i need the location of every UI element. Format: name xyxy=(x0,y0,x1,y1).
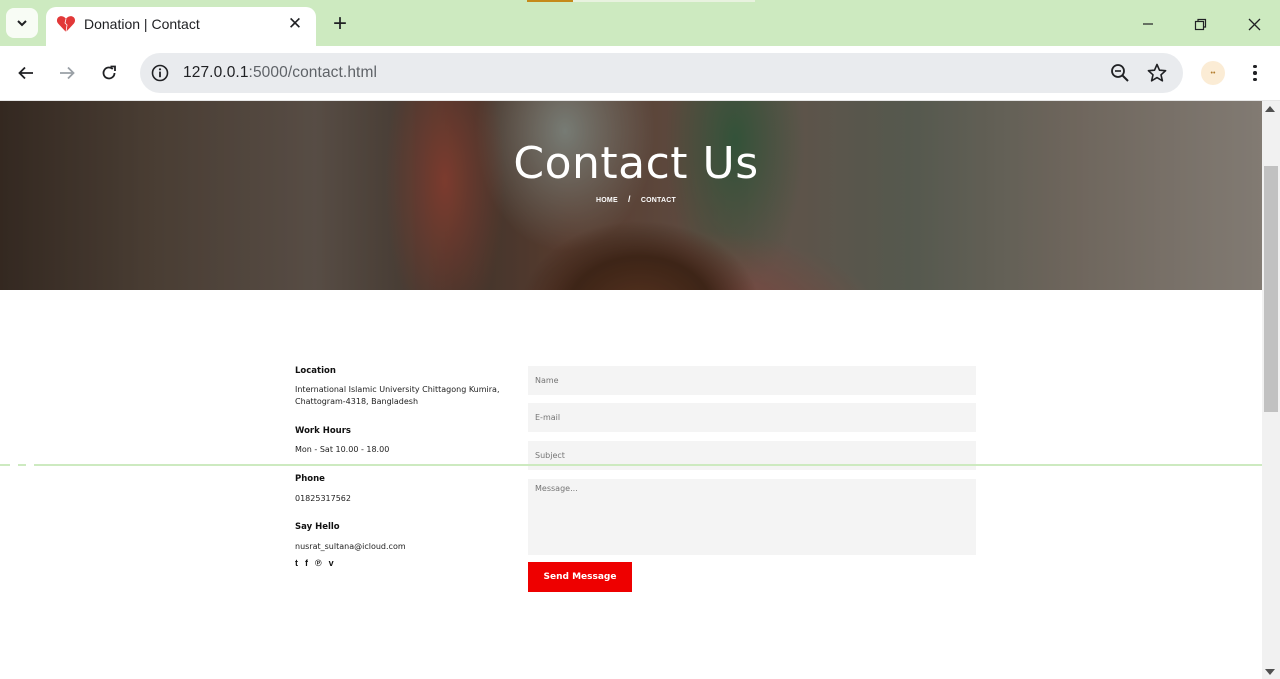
minimize-button[interactable] xyxy=(1134,10,1162,38)
minimize-icon xyxy=(1143,23,1153,25)
loading-indicator xyxy=(527,0,573,2)
restore-button[interactable] xyxy=(1186,10,1214,38)
work-hours-heading: Work Hours xyxy=(295,426,351,436)
vimeo-icon[interactable]: v xyxy=(329,558,334,568)
tab-strip: Donation | Contact ✕ + xyxy=(0,0,1280,46)
location-text: International Islamic University Chittag… xyxy=(295,385,500,406)
info-icon[interactable] xyxy=(150,63,170,83)
overlay-divider-gap xyxy=(26,464,34,466)
work-hours-text: Mon - Sat 10.00 - 18.00 xyxy=(295,445,390,454)
pinterest-icon[interactable]: ℗ xyxy=(315,558,322,568)
breadcrumb-separator: / xyxy=(628,194,631,204)
social-links: t f ℗ v xyxy=(295,558,334,568)
name-input[interactable] xyxy=(528,366,976,395)
browser-menu-icon[interactable] xyxy=(1243,60,1267,86)
close-icon xyxy=(1248,18,1260,30)
browser-toolbar: 127.0.0.1:5000/contact.html •• xyxy=(0,46,1280,101)
reload-icon xyxy=(102,65,116,80)
hero-banner: Contact Us HOME / CONTACT xyxy=(0,101,1262,290)
reload-button[interactable] xyxy=(94,58,124,88)
location-heading: Location xyxy=(295,366,336,376)
scroll-down-icon[interactable] xyxy=(1265,669,1275,675)
restore-icon xyxy=(1194,18,1206,30)
tab-search-button[interactable] xyxy=(6,8,38,38)
close-window-button[interactable] xyxy=(1240,10,1268,38)
address-bar[interactable]: 127.0.0.1:5000/contact.html xyxy=(140,53,1183,93)
arrow-left-icon xyxy=(18,66,33,80)
facebook-icon[interactable]: f xyxy=(305,558,308,568)
breadcrumb-current: CONTACT xyxy=(640,197,676,204)
back-button[interactable] xyxy=(11,58,41,88)
active-tab[interactable]: Donation | Contact ✕ xyxy=(46,7,316,46)
new-tab-button[interactable]: + xyxy=(326,10,354,38)
email-input[interactable] xyxy=(528,403,976,432)
bookmark-star-icon[interactable] xyxy=(1146,62,1168,84)
message-textarea[interactable] xyxy=(528,479,976,555)
page-title: Contact Us xyxy=(513,138,759,189)
page-viewport: Contact Us HOME / CONTACT Location Inter… xyxy=(0,101,1262,679)
url-text: 127.0.0.1:5000/contact.html xyxy=(183,64,377,82)
phone-text: 01825317562 xyxy=(295,494,351,503)
overlay-divider xyxy=(0,464,1280,466)
breadcrumb-home-link[interactable]: HOME xyxy=(596,197,618,204)
scroll-up-icon[interactable] xyxy=(1265,106,1275,112)
url-host: 127.0.0.1 xyxy=(183,64,249,81)
profile-avatar[interactable]: •• xyxy=(1201,61,1225,85)
breadcrumb: HOME / CONTACT xyxy=(0,194,1262,204)
tumblr-icon[interactable]: t xyxy=(295,558,298,568)
say-hello-heading: Say Hello xyxy=(295,522,340,532)
scrollbar-thumb[interactable] xyxy=(1264,166,1278,412)
tab-title: Donation | Contact xyxy=(84,16,200,32)
loading-indicator-track xyxy=(573,0,755,2)
forward-button[interactable] xyxy=(52,58,82,88)
phone-heading: Phone xyxy=(295,474,325,484)
overlay-divider-gap xyxy=(10,464,18,466)
heart-icon xyxy=(56,16,76,33)
arrow-right-icon xyxy=(60,66,75,80)
send-message-button[interactable]: Send Message xyxy=(528,562,632,592)
chevron-down-icon xyxy=(17,20,27,27)
tab-close-icon[interactable]: ✕ xyxy=(284,13,306,35)
zoom-out-icon[interactable] xyxy=(1109,62,1131,84)
email-text: nusrat_sultana@icloud.com xyxy=(295,542,406,551)
url-path: :5000/contact.html xyxy=(248,64,378,81)
